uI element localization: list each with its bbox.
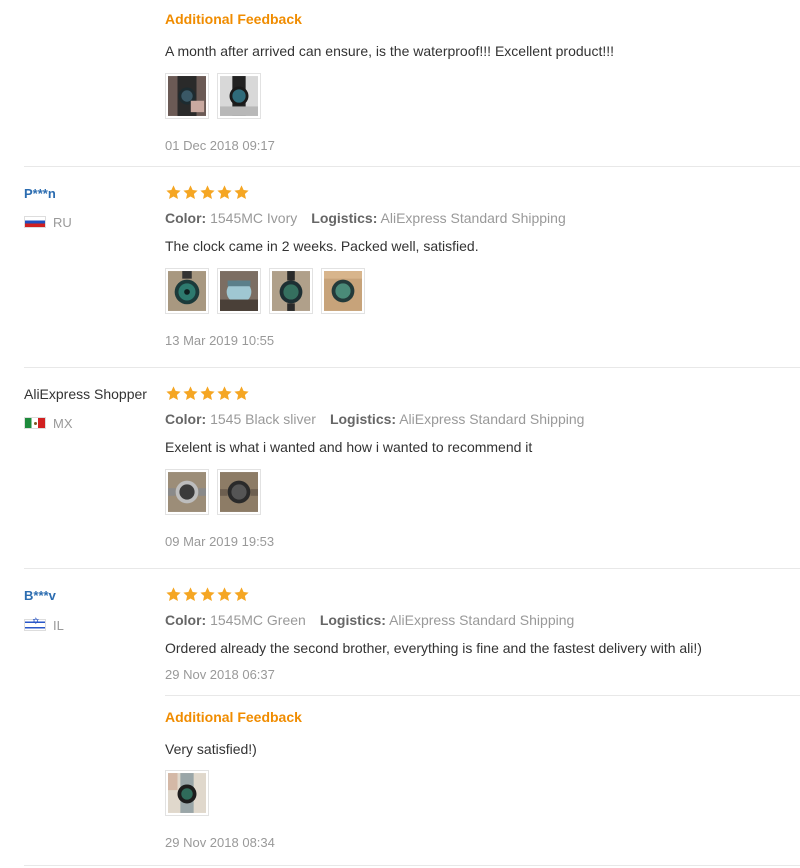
color-label: Color: (165, 612, 207, 628)
review-date: 13 Mar 2019 10:55 (165, 333, 275, 348)
color-value: 1545MC Green (210, 612, 306, 628)
color-label: Color: (165, 210, 207, 226)
country-code: IL (53, 617, 64, 633)
mexico-flag-icon (24, 417, 46, 429)
logistics-label: Logistics: (319, 612, 386, 628)
review-divider (24, 865, 800, 866)
star-icon (166, 386, 181, 400)
star-icon (183, 587, 198, 601)
country-code: RU (53, 214, 72, 230)
logistics-label: Logistics: (329, 411, 397, 427)
review-divider (24, 568, 800, 569)
star-icon (166, 587, 181, 601)
feedback-text: Very satisfied!) (165, 741, 257, 757)
review-text: Exelent is what i wanted and how i wante… (165, 439, 533, 455)
color-value: 1545 Black sliver (210, 411, 316, 427)
reviewer-name: B***v (24, 588, 56, 603)
review-photo[interactable] (217, 469, 261, 515)
review-photo[interactable] (321, 268, 365, 314)
country-code: MX (53, 415, 73, 431)
reviewer-name: AliExpress Shopper (24, 386, 147, 402)
photo-thumbnails (165, 469, 261, 515)
review-date: 01 Dec 2018 09:17 (165, 138, 275, 153)
star-rating (165, 385, 250, 402)
star-icon (183, 386, 198, 400)
reviewer-country: IL (24, 617, 64, 633)
star-icon (217, 587, 232, 601)
color-value: 1545MC Ivory (210, 210, 298, 226)
reviewer-country: RU (24, 214, 72, 230)
additional-feedback-title: Additional Feedback (165, 709, 302, 725)
star-icon (234, 185, 249, 199)
israel-flag-icon (24, 617, 46, 631)
color-label: Color: (165, 411, 207, 427)
star-icon (234, 587, 249, 601)
review-photo[interactable] (165, 73, 209, 119)
order-details: Color: 1545MC Green Logistics: AliExpress… (165, 612, 574, 628)
order-details: Color: 1545 Black sliver Logistics: AliEx… (165, 411, 584, 427)
review-photo[interactable] (165, 469, 209, 515)
star-icon (217, 185, 232, 199)
star-icon (183, 185, 198, 199)
review-photo[interactable] (165, 770, 209, 816)
review-photo[interactable] (269, 268, 313, 314)
order-details: Color: 1545MC Ivory Logistics: AliExpress… (165, 210, 566, 226)
followup-divider (165, 695, 800, 696)
star-icon (200, 185, 215, 199)
star-icon (166, 185, 181, 199)
review-text: The clock came in 2 weeks. Packed well, … (165, 238, 479, 254)
star-icon (200, 386, 215, 400)
star-rating (165, 586, 250, 603)
review-date: 29 Nov 2018 08:34 (165, 835, 275, 850)
photo-thumbnails (165, 268, 365, 314)
review-date: 29 Nov 2018 06:37 (165, 667, 275, 682)
review-photo[interactable] (217, 268, 261, 314)
star-icon (200, 587, 215, 601)
review-divider (24, 367, 800, 368)
star-icon (217, 386, 232, 400)
logistics-value: AliExpress Standard Shipping (399, 411, 585, 427)
photo-thumbnails (165, 770, 209, 816)
star-rating (165, 184, 250, 201)
logistics-value: AliExpress Standard Shipping (389, 612, 575, 628)
reviewer-country: MX (24, 415, 73, 431)
star-icon (234, 386, 249, 400)
review-date: 09 Mar 2019 19:53 (165, 534, 275, 549)
feedback-text: A month after arrived can ensure, is the… (165, 43, 615, 59)
review-photo[interactable] (217, 73, 261, 119)
reviewer-name: P***n (24, 186, 56, 201)
logistics-label: Logistics: (311, 210, 378, 226)
logistics-value: AliExpress Standard Shipping (380, 210, 566, 226)
photo-thumbnails (165, 73, 261, 119)
russia-flag-icon (24, 216, 46, 228)
additional-feedback-title: Additional Feedback (165, 11, 302, 27)
review-divider (24, 166, 800, 167)
review-text: Ordered already the second brother, ever… (165, 640, 702, 656)
review-photo[interactable] (165, 268, 209, 314)
